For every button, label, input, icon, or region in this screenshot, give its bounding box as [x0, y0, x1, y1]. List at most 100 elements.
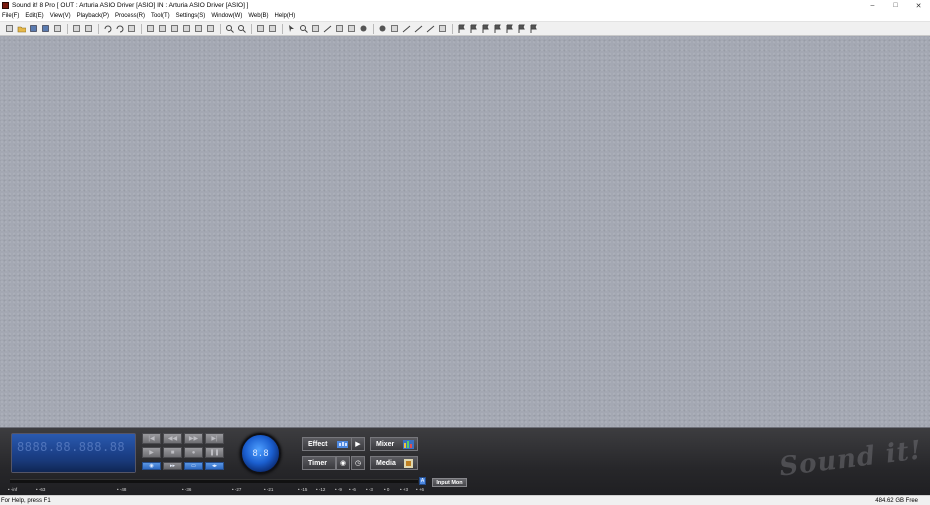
fade-in-icon[interactable]: [401, 23, 412, 34]
window-title: Sound it! 8 Pro [ OUT : Arturia ASIO Dri…: [12, 2, 249, 9]
record-tool-icon[interactable]: [358, 23, 369, 34]
save-all-icon[interactable]: [40, 23, 51, 34]
loop-button[interactable]: ◉: [142, 462, 161, 470]
eraser-tool-icon[interactable]: [346, 23, 357, 34]
toolbar-separator: [98, 23, 99, 34]
stop-button[interactable]: ■: [163, 447, 182, 458]
meter-scale-tick: • -6: [349, 487, 356, 492]
pencil-tool-icon[interactable]: [334, 23, 345, 34]
line-tool-icon[interactable]: [322, 23, 333, 34]
close-button[interactable]: ✕: [907, 0, 930, 11]
mix-paste-icon[interactable]: [181, 23, 192, 34]
select-play-button[interactable]: ▭: [184, 462, 203, 470]
meter-scale: • -inf • -63 • -48 • -36 • -27 • -21 • -15 • -1…: [0, 487, 430, 494]
trim-icon[interactable]: [193, 23, 204, 34]
media-icon: [404, 459, 413, 468]
status-disk-free: 484.62 GB Free: [875, 497, 918, 504]
input-monitor-button[interactable]: Input Mon: [432, 478, 467, 487]
knob-display: 8.8: [252, 448, 269, 459]
effect-label: Effect: [308, 440, 328, 448]
hand-tool-icon[interactable]: [310, 23, 321, 34]
crossfade-icon[interactable]: [425, 23, 436, 34]
effect-icon: [337, 441, 348, 448]
undo-icon[interactable]: [102, 23, 113, 34]
zoom-tool-icon[interactable]: [298, 23, 309, 34]
redo-icon[interactable]: [114, 23, 125, 34]
scrub-button[interactable]: ◂▸: [205, 462, 224, 470]
effect-play-button[interactable]: ▶: [351, 437, 365, 451]
meter-scale-tick: • -27: [232, 487, 242, 492]
save-icon[interactable]: [28, 23, 39, 34]
timer-button[interactable]: Timer: [302, 456, 336, 470]
open-recent-icon[interactable]: [52, 23, 63, 34]
fast-forward-button[interactable]: ▶▶: [184, 433, 203, 444]
meter-scale-tick: • -63: [36, 487, 46, 492]
meter-scale-tick: • +6: [416, 487, 424, 492]
properties-icon[interactable]: [71, 23, 82, 34]
menu-tool[interactable]: Tool(T): [151, 13, 170, 19]
mixer-label: Mixer: [376, 440, 395, 448]
title-bar: Sound it! 8 Pro [ OUT : Arturia ASIO Dri…: [0, 0, 930, 11]
menu-process[interactable]: Process(R): [115, 13, 145, 19]
time-display-bar: [12, 460, 135, 472]
menu-settings[interactable]: Settings(S): [176, 13, 206, 19]
loop-icon[interactable]: [377, 23, 388, 34]
window-controls: – □ ✕: [861, 0, 930, 11]
list-icon[interactable]: [437, 23, 448, 34]
mixer-icon: [403, 440, 414, 449]
flag-all-icon[interactable]: [516, 23, 527, 34]
play-button[interactable]: ▶: [142, 447, 161, 458]
grid-icon[interactable]: [389, 23, 400, 34]
menu-playback[interactable]: Playback(P): [77, 13, 109, 19]
fade-out-icon[interactable]: [413, 23, 424, 34]
toolbar-separator: [141, 23, 142, 34]
mixer-button[interactable]: Mixer: [370, 437, 418, 451]
pause-button[interactable]: ❚❚: [205, 447, 224, 458]
zoom-wave-icon[interactable]: [224, 23, 235, 34]
flag-box-icon[interactable]: [528, 23, 539, 34]
zoom-spectrum-icon[interactable]: [236, 23, 247, 34]
regions-icon[interactable]: [267, 23, 278, 34]
open-folder-icon[interactable]: [16, 23, 27, 34]
timer-record-button[interactable]: ◉: [336, 456, 350, 470]
paste-icon[interactable]: [169, 23, 180, 34]
punch-button[interactable]: ▸▸: [163, 462, 182, 470]
rewind-button[interactable]: ◀◀: [163, 433, 182, 444]
meter-scale-tick: • -9: [335, 487, 342, 492]
minimize-button[interactable]: –: [861, 0, 884, 11]
workspace-area[interactable]: [0, 36, 930, 428]
meter-scale-tick: • -36: [182, 487, 192, 492]
erase-icon[interactable]: [205, 23, 216, 34]
cursor-icon[interactable]: [286, 23, 297, 34]
media-button[interactable]: Media: [370, 456, 418, 470]
clear-icon[interactable]: [126, 23, 137, 34]
flag-alt-icon[interactable]: [468, 23, 479, 34]
menu-web[interactable]: Web(B): [248, 13, 268, 19]
maximize-button[interactable]: □: [884, 0, 907, 11]
menu-edit[interactable]: Edit(E): [25, 13, 43, 19]
flag-icon[interactable]: [456, 23, 467, 34]
meter-scale-tick: • -15: [298, 487, 308, 492]
timer-clock-button[interactable]: ◷: [351, 456, 365, 470]
menu-view[interactable]: View(V): [50, 13, 71, 19]
menu-window[interactable]: Window(W): [211, 13, 242, 19]
meter-scale-tick: • 0: [384, 487, 390, 492]
go-to-start-button[interactable]: |◀: [142, 433, 161, 444]
new-file-icon[interactable]: [4, 23, 15, 34]
cut-icon[interactable]: [145, 23, 156, 34]
menu-help[interactable]: Help(H): [275, 13, 296, 19]
record-button[interactable]: ●: [184, 447, 203, 458]
effect-button[interactable]: Effect: [302, 437, 352, 451]
menu-file[interactable]: File(F): [2, 13, 19, 19]
flag-left-icon[interactable]: [492, 23, 503, 34]
document-icon[interactable]: [83, 23, 94, 34]
markers-icon[interactable]: [255, 23, 266, 34]
transport-buttons: |◀ ◀◀ ▶▶ ▶| ▶ ■ ● ❚❚ ◉ ▸▸ ▭ ◂▸: [142, 433, 227, 473]
volume-knob[interactable]: 8.8: [240, 433, 281, 474]
meter-channel-indicator[interactable]: A: [419, 477, 426, 485]
flag-grid-icon[interactable]: [480, 23, 491, 34]
go-to-end-button[interactable]: ▶|: [205, 433, 224, 444]
flag-right-icon[interactable]: [504, 23, 515, 34]
copy-icon[interactable]: [157, 23, 168, 34]
media-label: Media: [376, 459, 396, 467]
